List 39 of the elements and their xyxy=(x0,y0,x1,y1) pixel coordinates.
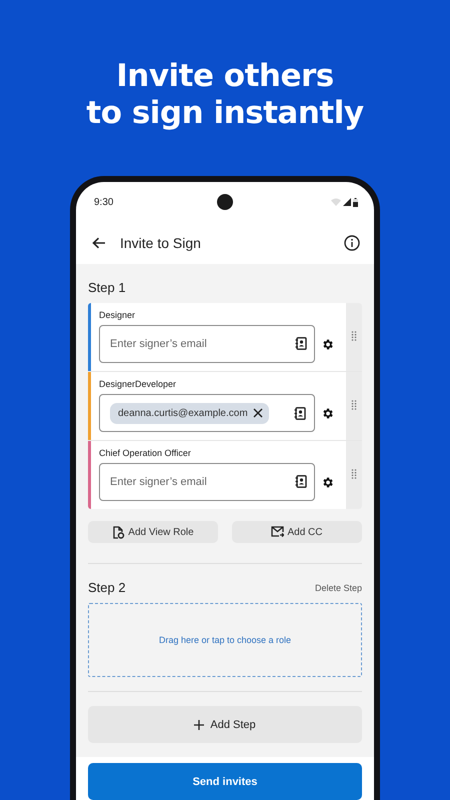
screen-title: Invite to Sign xyxy=(120,235,202,251)
contacts-icon[interactable] xyxy=(295,337,307,350)
email-field[interactable]: Enter signer’s email xyxy=(99,463,315,501)
envelope-icon xyxy=(271,526,284,538)
drag-handle-icon[interactable] xyxy=(351,469,357,479)
drag-handle-icon[interactable] xyxy=(351,331,357,341)
step-title: Step 2 xyxy=(88,580,126,595)
headline: to sign instantly xyxy=(86,95,364,132)
email-chip[interactable]: deanna.curtis@example.com xyxy=(110,402,269,424)
add-button[interactable]: Add CC xyxy=(232,521,362,543)
settings-icon[interactable] xyxy=(321,406,334,420)
drop-hint: Drag here or tap to choose a role xyxy=(158,635,292,645)
drop-zone[interactable]: Drag here or tap to choose a role xyxy=(88,603,362,677)
back-arrow-icon[interactable] xyxy=(92,237,106,249)
add-button[interactable]: Add View Role xyxy=(88,521,218,543)
contacts-icon[interactable] xyxy=(294,406,306,420)
plus-icon xyxy=(194,720,204,730)
drag-handle-icon[interactable] xyxy=(351,400,357,410)
signal-icon xyxy=(343,198,351,206)
role-label: Chief Operation Officer xyxy=(99,448,192,458)
settings-icon[interactable] xyxy=(321,338,334,350)
info-icon[interactable] xyxy=(344,235,360,251)
close-icon[interactable] xyxy=(252,408,263,418)
headline: Invite others xyxy=(116,58,334,95)
email-field[interactable]: deanna.curtis@example.com xyxy=(99,394,315,432)
battery-icon xyxy=(353,198,358,206)
add-step-button[interactable]: Add Step xyxy=(88,706,362,743)
document-icon xyxy=(112,526,126,538)
contacts-icon[interactable] xyxy=(295,475,307,488)
status-time: 9:30 xyxy=(94,196,114,208)
step-title: Step 1 xyxy=(88,280,126,295)
wifi-icon xyxy=(331,198,341,206)
settings-icon[interactable] xyxy=(321,476,334,488)
send-invites-button[interactable]: Send invites xyxy=(88,763,362,800)
role-label: Designer xyxy=(99,310,136,320)
camera-icon xyxy=(217,194,233,210)
email-field[interactable]: Enter signer’s email xyxy=(99,325,315,363)
delete-step-link[interactable]: Delete Step xyxy=(314,582,362,592)
role-label: DesignerDeveloper xyxy=(99,379,178,389)
